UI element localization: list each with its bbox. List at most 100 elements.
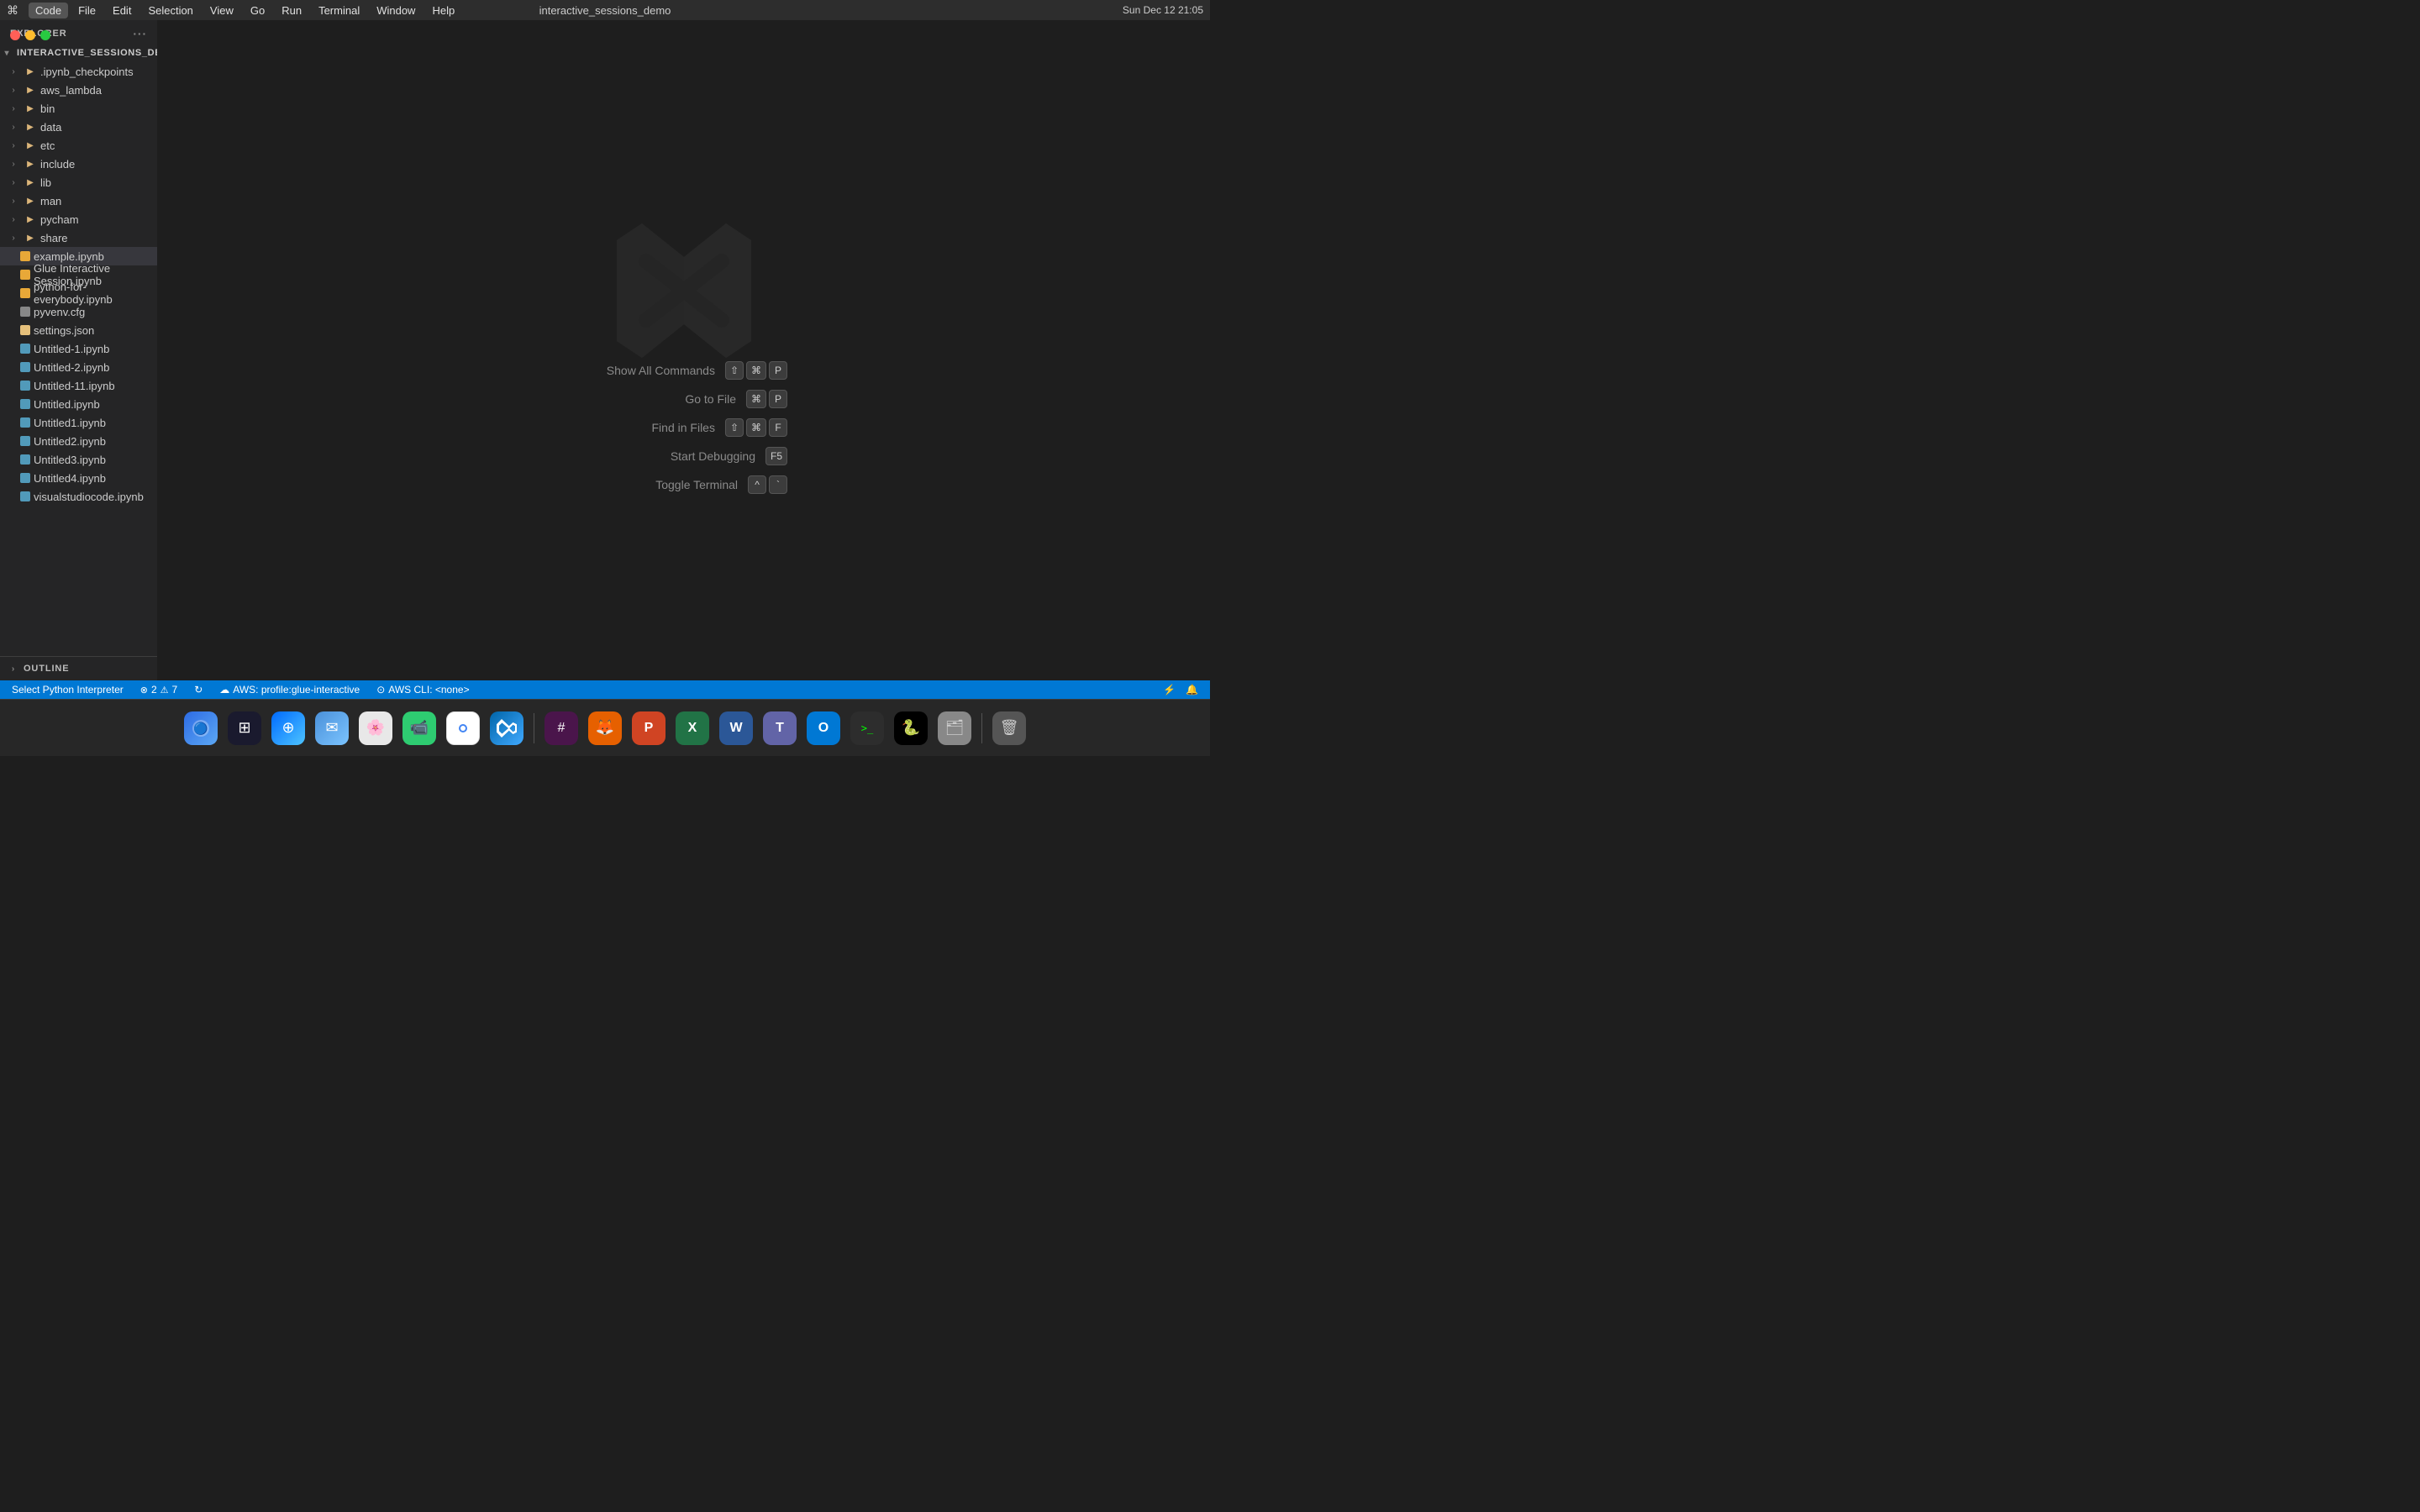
shortcut-label: Start Debugging [621,449,755,463]
folder-ipynb-checkpoints[interactable]: ▶ .ipynb_checkpoints [0,62,157,81]
menu-selection[interactable]: Selection [141,3,199,18]
dock-safari[interactable]: ⊕ [268,708,308,748]
file-untitled3[interactable]: Untitled3.ipynb [0,450,157,469]
main-content: EXPLORER ··· INTERACTIVE_SESSIONS_DEMO ▶… [0,20,1210,680]
folder-share[interactable]: ▶ share [0,228,157,247]
file-untitled-11[interactable]: Untitled-11.ipynb [0,376,157,395]
photos-icon: 🌸 [359,711,392,745]
aws-cli-item[interactable]: ⊙ AWS CLI: <none> [371,680,474,699]
aws-profile-item[interactable]: ☁ AWS: profile:glue-interactive [214,680,365,699]
error-count: 2 [151,684,157,696]
errors-item[interactable]: ⊗ 2 ⚠ 7 [135,680,182,699]
statusbar: Select Python Interpreter ⊗ 2 ⚠ 7 ↻ ☁ AW… [0,680,1210,699]
more-actions-icon[interactable]: ··· [133,27,147,40]
dock-powerpoint[interactable]: P [629,708,669,748]
aws-cli-label: AWS CLI: <none> [388,684,469,696]
menu-edit[interactable]: Edit [106,3,138,18]
remote-icon-item[interactable]: ⚡ [1158,680,1181,699]
file-untitled-1[interactable]: Untitled-1.ipynb [0,339,157,358]
dock-finder[interactable]: 🔵 [181,708,221,748]
notebook-icon [20,381,30,391]
dock-firefox[interactable]: 🦊 [585,708,625,748]
folder-include[interactable]: ▶ include [0,155,157,173]
menu-window[interactable]: Window [370,3,422,18]
folder-aws-lambda[interactable]: ▶ aws_lambda [0,81,157,99]
folder-chevron-icon [7,120,20,134]
folder-name: pycham [40,213,79,226]
file-untitled2[interactable]: Untitled2.ipynb [0,432,157,450]
folder-man[interactable]: ▶ man [0,192,157,210]
close-button[interactable] [10,30,20,40]
minimize-button[interactable] [25,30,35,40]
dock-mail[interactable]: ✉ [312,708,352,748]
notebook-icon [20,417,30,428]
vscode-dock-icon [490,711,523,745]
mail-icon: ✉ [315,711,349,745]
menu-file[interactable]: File [71,3,103,18]
menu-terminal[interactable]: Terminal [312,3,366,18]
powerpoint-icon: P [632,711,666,745]
notebook-icon [20,288,30,298]
dock-pycharm[interactable]: 🐍 [891,708,931,748]
folder-bin[interactable]: ▶ bin [0,99,157,118]
dock-outlook[interactable]: O [803,708,844,748]
outline-section[interactable]: OUTLINE [0,657,157,680]
outlook-icon: O [807,711,840,745]
notebook-icon [20,362,30,372]
folder-pycham[interactable]: ▶ pycham [0,210,157,228]
file-name: Untitled-2.ipynb [34,361,109,374]
folder-lib[interactable]: ▶ lib [0,173,157,192]
file-visualstudiocode[interactable]: visualstudiocode.ipynb [0,487,157,506]
menu-go[interactable]: Go [244,3,271,18]
dock-chrome[interactable] [443,708,483,748]
dock-launchpad[interactable]: ⊞ [224,708,265,748]
statusbar-left: Select Python Interpreter ⊗ 2 ⚠ 7 ↻ ☁ AW… [7,680,475,699]
folder-name: .ipynb_checkpoints [40,66,134,78]
sidebar: EXPLORER ··· INTERACTIVE_SESSIONS_DEMO ▶… [0,20,158,680]
bell-icon-item[interactable]: 🔔 [1181,680,1203,699]
file-untitled1[interactable]: Untitled1.ipynb [0,413,157,432]
dock-terminal[interactable]: >_ [847,708,887,748]
folder-icon: ▶ [24,231,37,244]
file-untitled4[interactable]: Untitled4.ipynb [0,469,157,487]
launchpad-icon: ⊞ [228,711,261,745]
root-folder[interactable]: INTERACTIVE_SESSIONS_DEMO [0,44,157,62]
menu-view[interactable]: View [203,3,240,18]
file-name: Untitled3.ipynb [34,454,106,466]
dock-trash[interactable]: 🗑 [989,708,1029,748]
folder-data[interactable]: ▶ data [0,118,157,136]
git-sync-item[interactable]: ↻ [189,680,208,699]
folder-chevron-icon [7,213,20,226]
root-chevron-icon [0,46,13,60]
python-interpreter-item[interactable]: Select Python Interpreter [7,680,129,699]
menu-help[interactable]: Help [425,3,461,18]
dock-finder-2[interactable]: 🗂 [934,708,975,748]
menu-code[interactable]: Code [29,3,68,18]
folder-icon: ▶ [24,213,37,226]
menu-run[interactable]: Run [275,3,308,18]
dock-excel[interactable]: X [672,708,713,748]
dock-teams[interactable]: T [760,708,800,748]
remote-icon: ⚡ [1163,684,1176,696]
file-name: example.ipynb [34,250,104,263]
dock-slack[interactable]: # [541,708,581,748]
maximize-button[interactable] [40,30,50,40]
error-icon: ⊗ [140,685,148,696]
folder-icon: ▶ [24,139,37,152]
file-settings-json[interactable]: settings.json [0,321,157,339]
file-untitled[interactable]: Untitled.ipynb [0,395,157,413]
file-untitled-2[interactable]: Untitled-2.ipynb [0,358,157,376]
folder-name: etc [40,139,55,152]
file-name: visualstudiocode.ipynb [34,491,144,503]
dock-word[interactable]: W [716,708,756,748]
key-shift: ⇧ [725,418,744,437]
dock-vscode-main[interactable] [487,708,527,748]
folder-etc[interactable]: ▶ etc [0,136,157,155]
key-cmd: ⌘ [746,390,766,408]
dock-facetime[interactable]: 📹 [399,708,439,748]
notebook-icon [20,473,30,483]
shortcut-label: Go to File [602,392,736,406]
file-python-for-everybody[interactable]: python-for-everybody.ipynb [0,284,157,302]
excel-icon: X [676,711,709,745]
dock-photos[interactable]: 🌸 [355,708,396,748]
